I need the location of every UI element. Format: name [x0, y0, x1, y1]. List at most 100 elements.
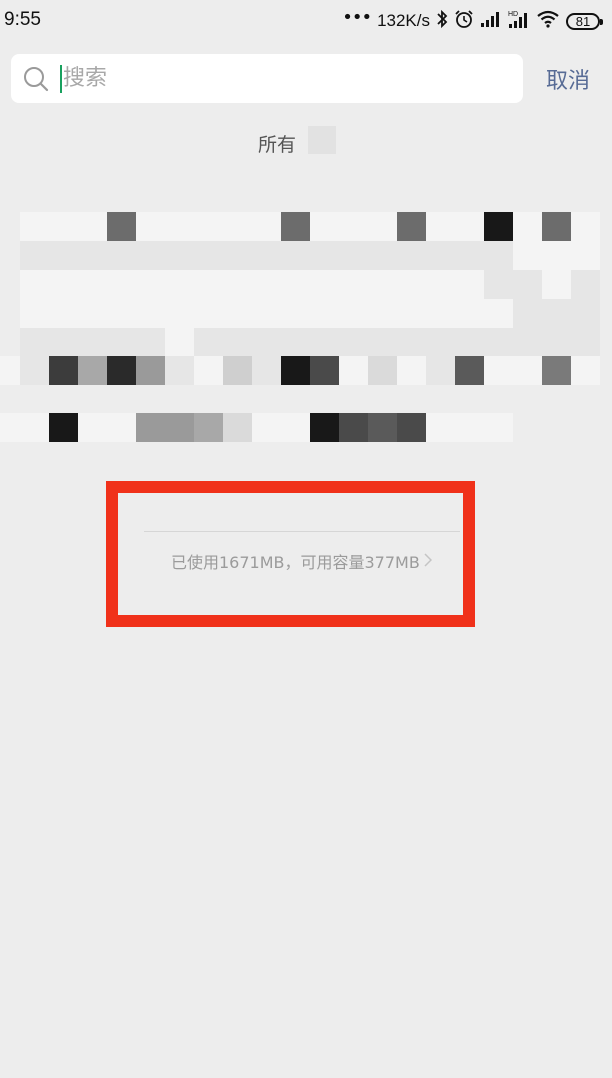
- mosaic-pixel: [542, 270, 571, 299]
- search-input[interactable]: [63, 54, 503, 103]
- mosaic-pixel: [513, 241, 542, 270]
- mosaic-pixel: [339, 212, 368, 241]
- mosaic-pixel: [252, 212, 281, 241]
- mosaic-pixel: [223, 413, 252, 442]
- mosaic-pixel: [339, 299, 368, 328]
- mosaic-pixel: [165, 328, 194, 357]
- alarm-icon: [454, 9, 474, 33]
- mosaic-pixel: [223, 299, 252, 328]
- mosaic-pixel: [426, 328, 455, 357]
- redaction-mosaic: [308, 126, 336, 154]
- mosaic-pixel: [20, 241, 49, 270]
- mosaic-pixel: [484, 270, 513, 299]
- mosaic-pixel: [426, 299, 455, 328]
- mosaic-pixel: [426, 241, 455, 270]
- mosaic-pixel: [223, 270, 252, 299]
- text-cursor: [60, 65, 62, 93]
- mosaic-pixel: [223, 356, 252, 385]
- mosaic-pixel: [252, 413, 281, 442]
- mosaic-pixel: [513, 212, 542, 241]
- mosaic-pixel: [455, 413, 484, 442]
- mosaic-pixel: [136, 241, 165, 270]
- search-icon: [23, 66, 49, 96]
- mosaic-pixel: [426, 413, 455, 442]
- mosaic-pixel: [455, 299, 484, 328]
- mosaic-pixel: [542, 241, 571, 270]
- mosaic-pixel: [165, 413, 194, 442]
- mosaic-pixel: [136, 212, 165, 241]
- mosaic-pixel: [223, 212, 252, 241]
- mosaic-pixel: [20, 413, 49, 442]
- mosaic-pixel: [281, 328, 310, 357]
- hd-signal-icon: HD: [508, 9, 530, 33]
- mosaic-pixel: [397, 270, 426, 299]
- mosaic-pixel: [397, 328, 426, 357]
- mosaic-pixel: [571, 299, 600, 328]
- mosaic-pixel: [310, 241, 339, 270]
- mosaic-pixel: [455, 356, 484, 385]
- mosaic-pixel: [455, 328, 484, 357]
- mosaic-pixel: [78, 356, 107, 385]
- mosaic-pixel: [107, 241, 136, 270]
- mosaic-pixel: [20, 328, 49, 357]
- mosaic-pixel: [310, 299, 339, 328]
- mosaic-pixel: [397, 212, 426, 241]
- mosaic-pixel: [513, 328, 542, 357]
- mosaic-pixel: [368, 413, 397, 442]
- signal-icon: [480, 10, 502, 32]
- search-box[interactable]: [11, 54, 523, 103]
- mosaic-pixel: [20, 299, 49, 328]
- mosaic-pixel: [194, 212, 223, 241]
- mosaic-pixel: [78, 328, 107, 357]
- svg-text:HD: HD: [508, 11, 518, 18]
- mosaic-pixel: [252, 241, 281, 270]
- mosaic-pixel: [513, 270, 542, 299]
- mosaic-pixel: [20, 356, 49, 385]
- mosaic-pixel: [281, 356, 310, 385]
- mosaic-pixel: [397, 356, 426, 385]
- network-speed: 132K/s: [377, 11, 430, 30]
- mosaic-pixel: [165, 356, 194, 385]
- mosaic-pixel: [571, 328, 600, 357]
- mosaic-pixel: [484, 328, 513, 357]
- mosaic-pixel: [310, 212, 339, 241]
- mosaic-pixel: [107, 413, 136, 442]
- mosaic-pixel: [78, 299, 107, 328]
- mosaic-pixel: [484, 356, 513, 385]
- mosaic-pixel: [78, 212, 107, 241]
- mosaic-pixel: [107, 270, 136, 299]
- cancel-button[interactable]: 取消: [536, 62, 600, 96]
- mosaic-pixel: [368, 356, 397, 385]
- mosaic-pixel: [165, 241, 194, 270]
- mosaic-pixel: [484, 299, 513, 328]
- mosaic-pixel: [310, 328, 339, 357]
- mosaic-pixel: [78, 413, 107, 442]
- mosaic-pixel: [281, 299, 310, 328]
- mosaic-pixel: [49, 212, 78, 241]
- mosaic-pixel: [194, 356, 223, 385]
- mosaic-pixel: [426, 270, 455, 299]
- mosaic-pixel: [484, 212, 513, 241]
- mosaic-pixel: [107, 356, 136, 385]
- mosaic-pixel: [281, 270, 310, 299]
- mosaic-pixel: [542, 356, 571, 385]
- section-title: 所有: [258, 134, 297, 156]
- mosaic-pixel: [252, 328, 281, 357]
- mosaic-pixel: [49, 241, 78, 270]
- mosaic-pixel: [78, 270, 107, 299]
- mosaic-pixel: [49, 413, 78, 442]
- mosaic-pixel: [339, 328, 368, 357]
- mosaic-pixel: [281, 241, 310, 270]
- mosaic-pixel: [513, 356, 542, 385]
- mosaic-pixel: [107, 299, 136, 328]
- mosaic-pixel: [368, 299, 397, 328]
- mosaic-pixel: [223, 328, 252, 357]
- highlight-annotation: [106, 481, 475, 627]
- status-time: 9:55: [4, 9, 41, 30]
- mosaic-pixel: [252, 299, 281, 328]
- mosaic-pixel: [310, 413, 339, 442]
- status-icons: ••• 132K/s HD 81: [342, 8, 603, 34]
- mosaic-pixel: [194, 241, 223, 270]
- mosaic-pixel: [49, 270, 78, 299]
- mosaic-pixel: [339, 241, 368, 270]
